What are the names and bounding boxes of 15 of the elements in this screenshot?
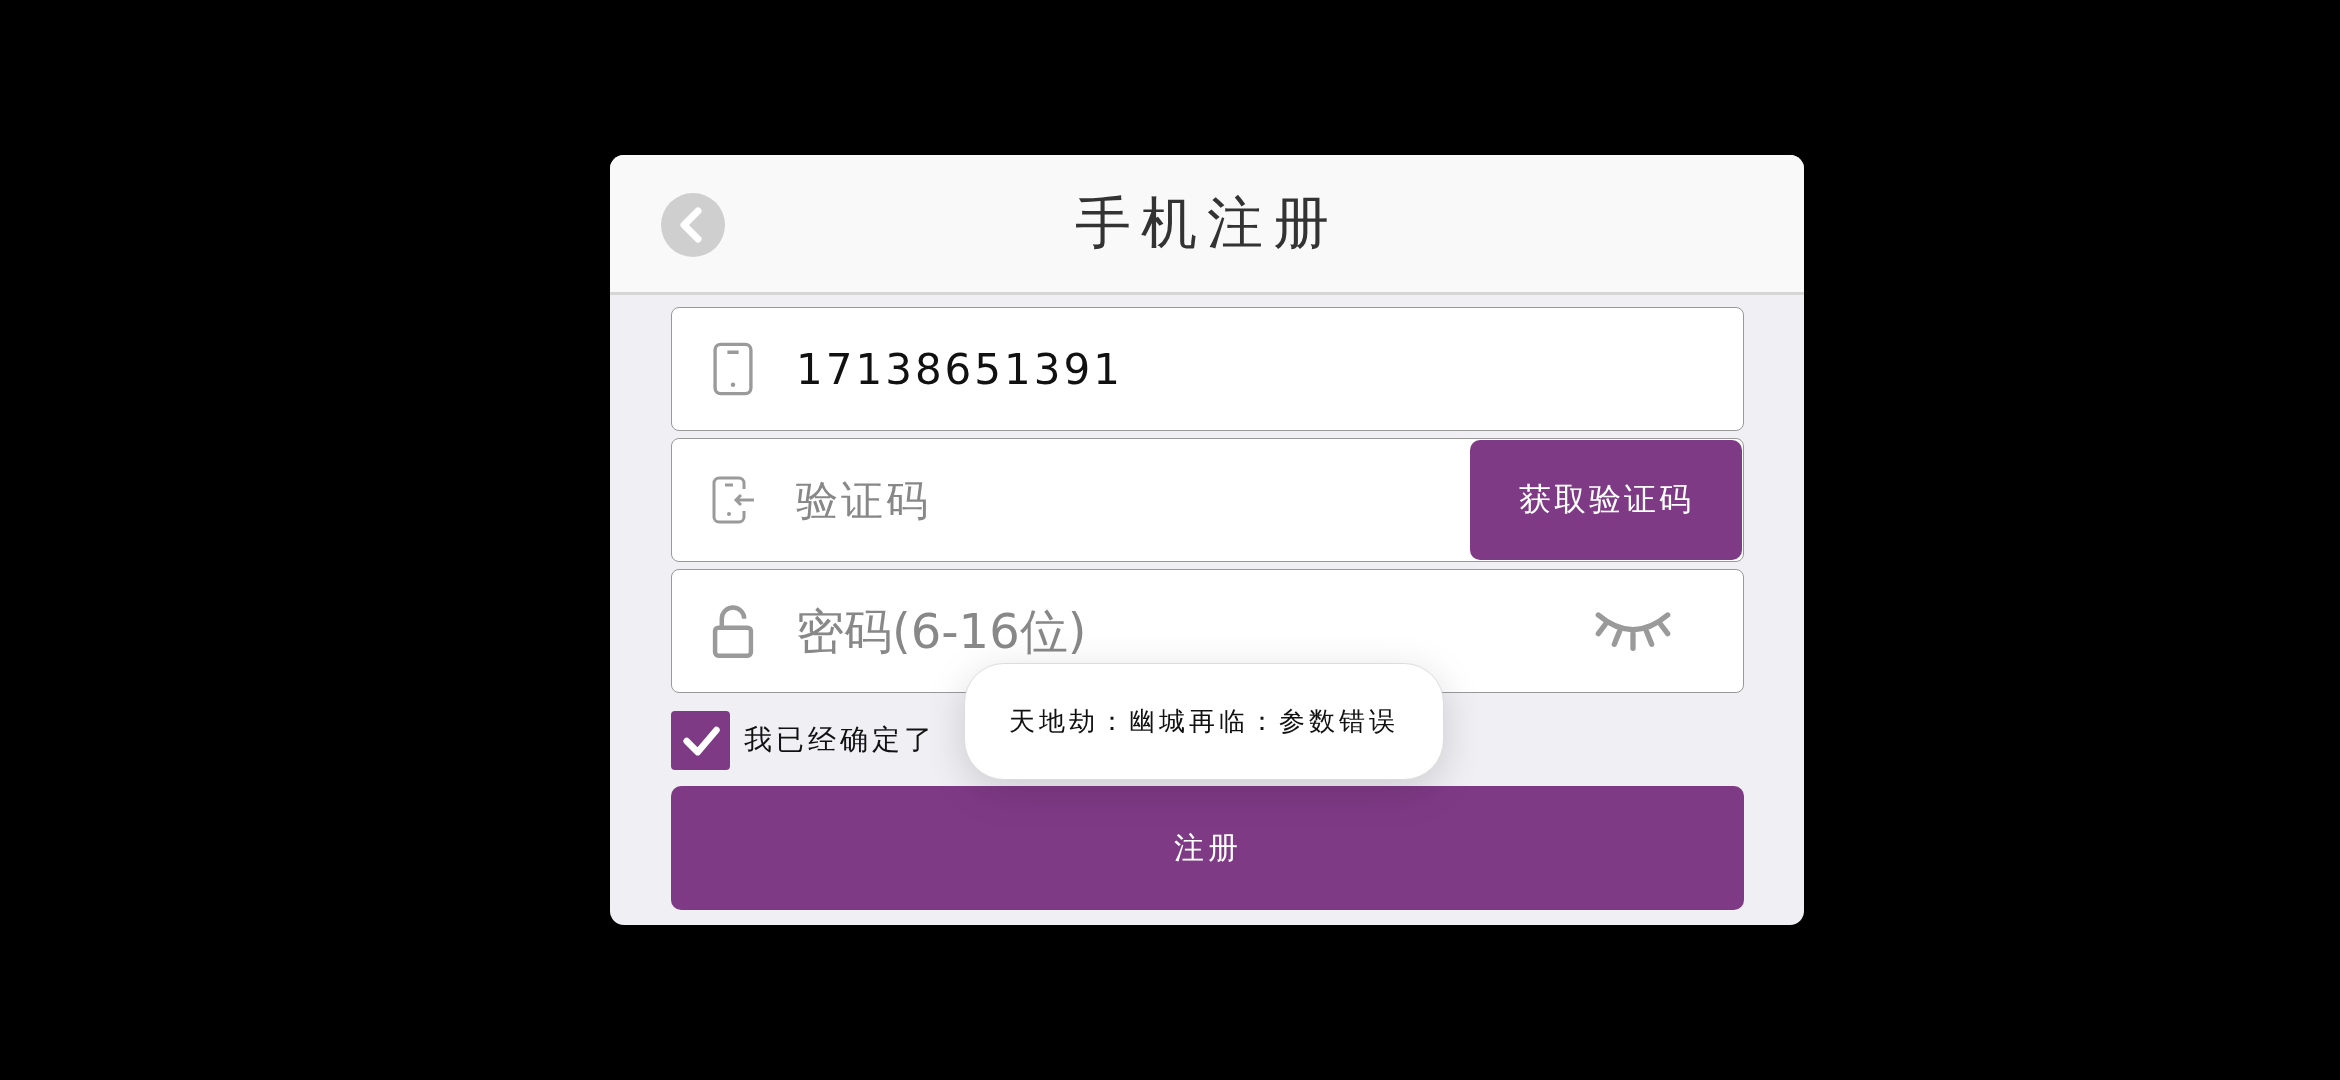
agreement-text: 我已经确定了 — [744, 722, 936, 758]
phone-input-frame[interactable]: 17138651391 — [671, 307, 1744, 431]
page-title: 手机注册 — [1075, 188, 1339, 257]
register-button[interactable]: 注册 — [671, 786, 1744, 910]
error-toast: 天地劫：幽城再临：参数错误 — [964, 663, 1444, 780]
get-code-button[interactable]: 获取验证码 — [1470, 440, 1742, 560]
agree-checkbox[interactable] — [671, 710, 730, 770]
password-input-frame[interactable]: 密码(6-16位) — [671, 569, 1744, 693]
unlock-icon — [710, 603, 756, 659]
phone-icon — [710, 341, 756, 397]
back-icon[interactable] — [661, 193, 725, 257]
phone-field[interactable]: 17138651391 — [796, 344, 1743, 394]
password-field[interactable]: 密码(6-16位) — [796, 603, 1593, 659]
code-input-frame[interactable]: 验证码 获取验证码 — [671, 438, 1744, 562]
code-field[interactable]: 验证码 — [796, 475, 1470, 525]
